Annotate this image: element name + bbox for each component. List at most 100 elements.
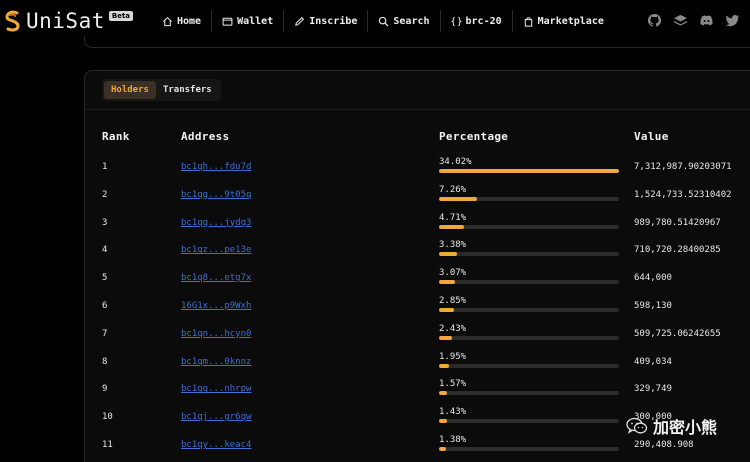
percentage-bar: [439, 224, 619, 229]
percentage-text: 3.07%: [439, 268, 467, 279]
twitter-icon[interactable]: [725, 13, 740, 28]
rank-cell: 10: [102, 412, 113, 423]
rank-cell: 7: [102, 328, 108, 339]
nav-home-label: Home: [177, 15, 202, 27]
nav-inscribe[interactable]: Inscribe: [284, 10, 369, 32]
percentage-bar-fill: [439, 363, 450, 368]
discord-icon[interactable]: [699, 13, 714, 28]
percentage-text: 34.02%: [439, 157, 472, 167]
wechat-icon: [626, 417, 648, 435]
percentage-text: 1.57%: [439, 379, 467, 390]
table-row: 4 bc1qz...pe13e 3.38% 710,720.28400285: [85, 240, 750, 273]
value-cell: 509,725.06242655: [634, 328, 721, 339]
percentage-bar: [439, 363, 619, 368]
address-link[interactable]: 16G1x...p9Wxh: [181, 301, 251, 311]
percentage-bar-fill: [439, 224, 464, 229]
address-link[interactable]: bc1qn...hcyn0: [181, 329, 251, 339]
percentage-bar: [439, 252, 619, 257]
percentage-bar: [439, 419, 619, 424]
table-row: 3 bc1qq...jydq3 4.71% 989,780.51420967: [85, 213, 750, 246]
table-row: 6 16G1x...p9Wxh 2.85% 598,130: [85, 296, 750, 329]
watermark-text: 加密小熊: [653, 418, 718, 437]
beta-badge: Beta: [108, 11, 134, 21]
layers-icon[interactable]: [673, 13, 688, 28]
nav-brc20[interactable]: brc-20: [441, 10, 513, 32]
nav-search[interactable]: Search: [368, 10, 441, 32]
column-header-value: Value: [634, 130, 669, 143]
percentage-bar-fill: [439, 280, 456, 285]
table-row: 11 bc1qy...keac4 1.38% 290,408.908: [85, 435, 750, 462]
value-cell: 329,749: [634, 384, 672, 395]
percentage-text: 1.43%: [439, 407, 467, 418]
value-cell: 7,312,987.90203071: [634, 162, 732, 172]
nav-wallet[interactable]: Wallet: [212, 10, 285, 32]
percentage-bar-fill: [439, 419, 447, 424]
tab-holders[interactable]: Holders: [104, 81, 156, 99]
rank-cell: 6: [102, 301, 108, 311]
address-link[interactable]: bc1qy...keac4: [181, 440, 251, 450]
column-header-rank: Rank: [102, 130, 130, 143]
rank-cell: 2: [102, 189, 108, 200]
value-cell: 710,720.28400285: [634, 245, 721, 256]
watermark: 加密小熊: [626, 414, 717, 438]
tab-group: Holders Transfers: [102, 79, 221, 101]
column-header-percentage: Percentage: [439, 130, 509, 143]
tab-transfers[interactable]: Transfers: [156, 81, 219, 99]
table-row: 2 bc1qg...9t05q 7.26% 1,524,733.52310402: [85, 185, 750, 218]
address-link[interactable]: bc1qq...nhrpw: [181, 384, 251, 394]
percentage-bar: [439, 280, 619, 285]
address-link[interactable]: bc1qz...pe13e: [181, 245, 251, 255]
rank-cell: 1: [102, 162, 108, 172]
address-link[interactable]: bc1qj...gr6qw: [181, 412, 251, 422]
social-links: [647, 13, 740, 28]
address-link[interactable]: bc1qh...fdu7d: [181, 162, 251, 172]
percentage-text: 1.38%: [439, 435, 467, 445]
percentage-bar-fill: [439, 335, 452, 340]
table-row: 1 bc1qh...fdu7d 34.02% 7,312,987.90203071: [85, 157, 750, 190]
percentage-bar-fill: [439, 447, 447, 451]
nav-inscribe-label: Inscribe: [309, 15, 358, 27]
nav-marketplace[interactable]: Marketplace: [513, 10, 614, 32]
address-link[interactable]: bc1q8...etg7x: [181, 273, 251, 283]
address-link[interactable]: bc1qq...jydq3: [181, 218, 251, 228]
table-row: 5 bc1q8...etg7x 3.07% 644,000: [85, 268, 750, 301]
table-row: 7 bc1qn...hcyn0 2.43% 509,725.06242655: [85, 324, 750, 357]
github-icon[interactable]: [647, 13, 662, 28]
percentage-bar: [439, 169, 619, 173]
percentage-bar-fill: [439, 252, 457, 257]
previous-card-edge: [84, 36, 750, 48]
value-cell: 598,130: [634, 301, 672, 311]
percentage-text: 2.43%: [439, 323, 467, 334]
value-cell: 409,034: [634, 356, 672, 367]
percentage-text: 3.38%: [439, 240, 467, 251]
nav-home[interactable]: Home: [152, 10, 213, 32]
percentage-bar-fill: [439, 391, 448, 396]
search-icon: [378, 16, 389, 27]
pencil-icon: [294, 16, 305, 27]
percentage-bar-fill: [439, 196, 478, 201]
address-link[interactable]: bc1qm...0knnz: [181, 357, 251, 367]
bag-icon: [523, 16, 534, 27]
table-row: 9 bc1qq...nhrpw 1.57% 329,749: [85, 379, 750, 412]
table-row: 8 bc1qm...0knnz 1.95% 409,034: [85, 352, 750, 385]
braces-icon: [450, 16, 462, 27]
percentage-bar-fill: [439, 308, 455, 312]
percentage-bar-fill: [439, 169, 619, 173]
rank-cell: 3: [102, 217, 108, 228]
percentage-bar: [439, 196, 619, 201]
percentage-bar: [439, 308, 619, 312]
nav-search-label: Search: [393, 15, 430, 27]
column-header-address: Address: [181, 130, 230, 143]
unisat-logo-icon: [4, 10, 22, 32]
value-cell: 644,000: [634, 273, 672, 284]
percentage-text: 1.95%: [439, 351, 467, 362]
percentage-text: 4.71%: [439, 212, 467, 223]
nav-wallet-label: Wallet: [237, 15, 274, 27]
logo-text: UniSat: [26, 9, 105, 33]
holders-card: Holders Transfers Rank Address Percentag…: [84, 70, 750, 462]
value-cell: 1,524,733.52310402: [634, 189, 732, 200]
address-link[interactable]: bc1qg...9t05q: [181, 190, 251, 200]
rank-cell: 4: [102, 245, 108, 256]
unisat-logo[interactable]: UniSat Beta: [4, 9, 154, 33]
rank-cell: 5: [102, 273, 108, 284]
